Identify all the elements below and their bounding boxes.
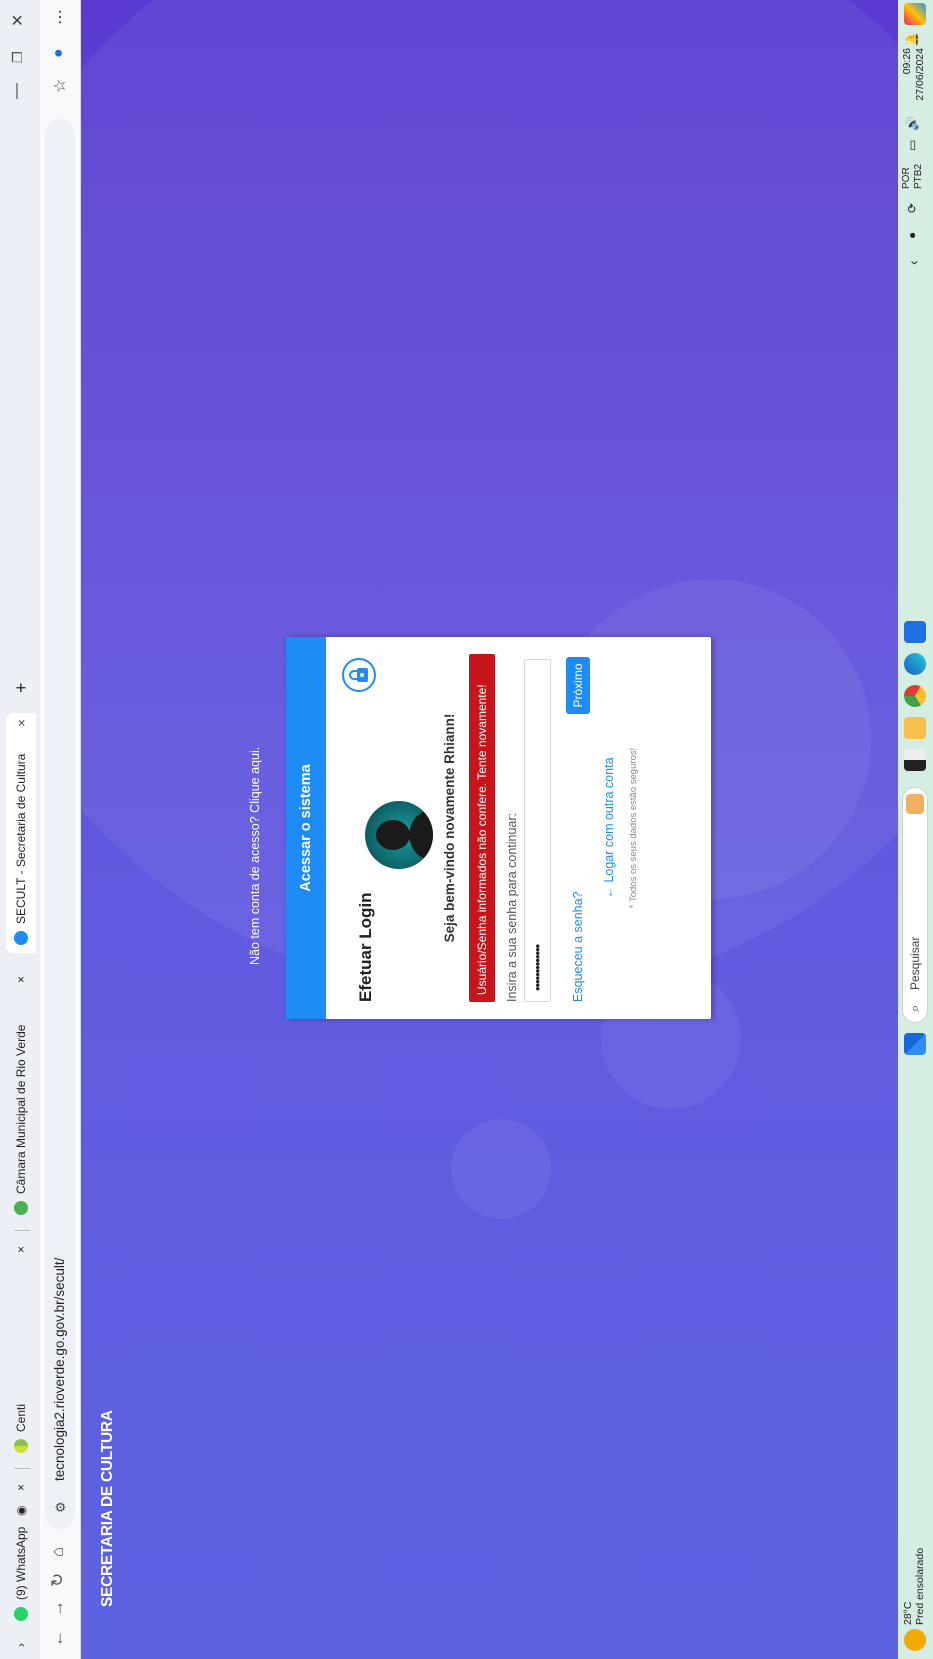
language-indicator[interactable]: POR PTB2 [901, 164, 925, 189]
user-avatar [365, 801, 433, 869]
tray-sync-icon[interactable]: ⟳ [905, 203, 919, 213]
lock-icon [342, 658, 376, 692]
page-content: SECRETARIA DE CULTURA Não tem conta de a… [81, 0, 898, 1659]
address-bar[interactable]: ⚙ tecnologia2.rioverde.go.gov.br/secult/ [45, 119, 75, 1529]
tab-close-icon[interactable]: × [14, 719, 29, 727]
tab-whatsapp-audio-icon[interactable]: ◉ [6, 1496, 36, 1524]
windows-taskbar: 28°C Pred ensolarado ⌕ Pesquisar ‹ ● ⟳ P… [898, 0, 933, 1659]
tab-separator [14, 1230, 30, 1231]
file-explorer-icon[interactable] [904, 717, 926, 739]
network-icon[interactable]: ▭ [905, 140, 919, 151]
camara-icon [14, 1201, 28, 1215]
site-info-icon[interactable]: ⚙ [53, 1501, 69, 1513]
background-circle [451, 1119, 551, 1219]
taskbar-search[interactable]: ⌕ Pesquisar [902, 787, 928, 1023]
password-prompt: Insira a sua senha para continuar: [505, 812, 519, 1002]
login-card: Acessar o sistema Efetuar Login Seja bem… [286, 637, 711, 1019]
windows-start-icon[interactable] [904, 1033, 926, 1055]
search-icon: ⌕ [907, 1004, 922, 1012]
screen: › (9) WhatsApp ◉ × Centi × Câmara Munici… [0, 0, 933, 1659]
tab-label: (9) WhatsApp [14, 1526, 28, 1600]
card-header-title: Acessar o sistema [298, 764, 314, 892]
tray-app-icon[interactable]: ● [905, 232, 919, 239]
home-icon[interactable]: ⌂ [48, 1547, 68, 1557]
whatsapp-icon [14, 1607, 28, 1621]
weather-widget[interactable]: 28°C Pred ensolarado [902, 1548, 926, 1625]
favorite-star-icon[interactable]: ☆ [50, 79, 70, 93]
password-input[interactable]: ••••••••••••• [524, 659, 551, 1002]
browser-toolbar: ← → ↻ ⌂ ⚙ tecnologia2.rioverde.go.gov.br… [40, 0, 81, 1659]
secure-note: * Todos os seus dados estão seguros! [628, 747, 639, 909]
restore-icon[interactable]: ❐ [10, 51, 26, 63]
tab-label: Câmara Municipal de Rio Verde [14, 1024, 28, 1194]
login-title: Efetuar Login [356, 892, 375, 1002]
chrome-icon[interactable] [904, 685, 926, 707]
other-account-link[interactable]: ← Logar com outra conta [602, 637, 616, 1019]
language-code: POR [901, 167, 912, 189]
store-icon[interactable] [904, 621, 926, 643]
tab-close-icon[interactable]: × [6, 967, 36, 991]
back-icon[interactable]: ← [48, 1630, 68, 1647]
search-placeholder: Pesquisar [908, 936, 922, 990]
error-alert: Usuário/Senha informados não confere. Te… [469, 654, 495, 1002]
system-clock[interactable]: 09:26 27/06/2024 [901, 48, 927, 101]
forgot-password-link[interactable]: Esqueceu a senha? [571, 891, 585, 1002]
tab-camara[interactable]: Câmara Municipal de Rio Verde [6, 993, 36, 1223]
tab-secult[interactable]: SECULT - Secretaria de Cultura × [6, 713, 36, 953]
tab-close-icon[interactable]: × [6, 1475, 36, 1499]
window-close-icon[interactable]: ✕ [8, 14, 28, 27]
show-hidden-icons[interactable]: ‹ [905, 260, 921, 265]
weather-temp: 28°C [902, 1601, 914, 1625]
site-brand: SECRETARIA DE CULTURA [99, 1410, 116, 1607]
clock-time: 09:26 [901, 48, 913, 75]
register-link[interactable]: Não tem conta de acesso? Clique aqui. [248, 747, 262, 965]
weather-description: Pred ensolarado [914, 1547, 926, 1625]
minimize-icon[interactable]: — [8, 83, 26, 99]
tab-label: Centi [14, 1403, 28, 1432]
tab-actions-chevron-icon[interactable]: › [6, 1631, 36, 1655]
browser-tab-bar: › (9) WhatsApp ◉ × Centi × Câmara Munici… [0, 0, 40, 1659]
notification-icon[interactable]: 🔔 [905, 32, 919, 47]
reload-icon[interactable]: ↻ [48, 1573, 68, 1587]
centi-icon [14, 1439, 28, 1453]
volume-icon[interactable]: 🔊 [905, 116, 919, 131]
menu-dots-icon[interactable]: ⋯ [50, 9, 70, 25]
url-text[interactable]: tecnologia2.rioverde.go.gov.br/secult/ [52, 1258, 67, 1481]
profile-icon[interactable]: ● [50, 48, 68, 58]
tab-centi[interactable]: Centi [6, 1261, 36, 1461]
forward-icon[interactable]: → [48, 1600, 68, 1617]
tab-close-icon[interactable]: × [6, 1237, 36, 1261]
secult-icon [14, 931, 28, 945]
next-button[interactable]: Próximo [566, 657, 590, 714]
keyboard-layout: PTB2 [913, 163, 924, 189]
clock-date: 27/06/2024 [914, 48, 926, 101]
new-tab-icon[interactable]: + [6, 675, 36, 701]
edge-icon[interactable] [904, 653, 926, 675]
welcome-message: Seja bem-vindo novamente Rhiann! [442, 713, 457, 943]
copilot-icon[interactable] [904, 3, 926, 25]
weather-icon[interactable] [904, 1629, 926, 1651]
tab-label: SECULT - Secretaria de Cultura [14, 753, 28, 924]
task-view-icon[interactable] [904, 749, 926, 771]
search-highlight-icon [906, 794, 924, 814]
tab-separator [14, 1468, 30, 1469]
